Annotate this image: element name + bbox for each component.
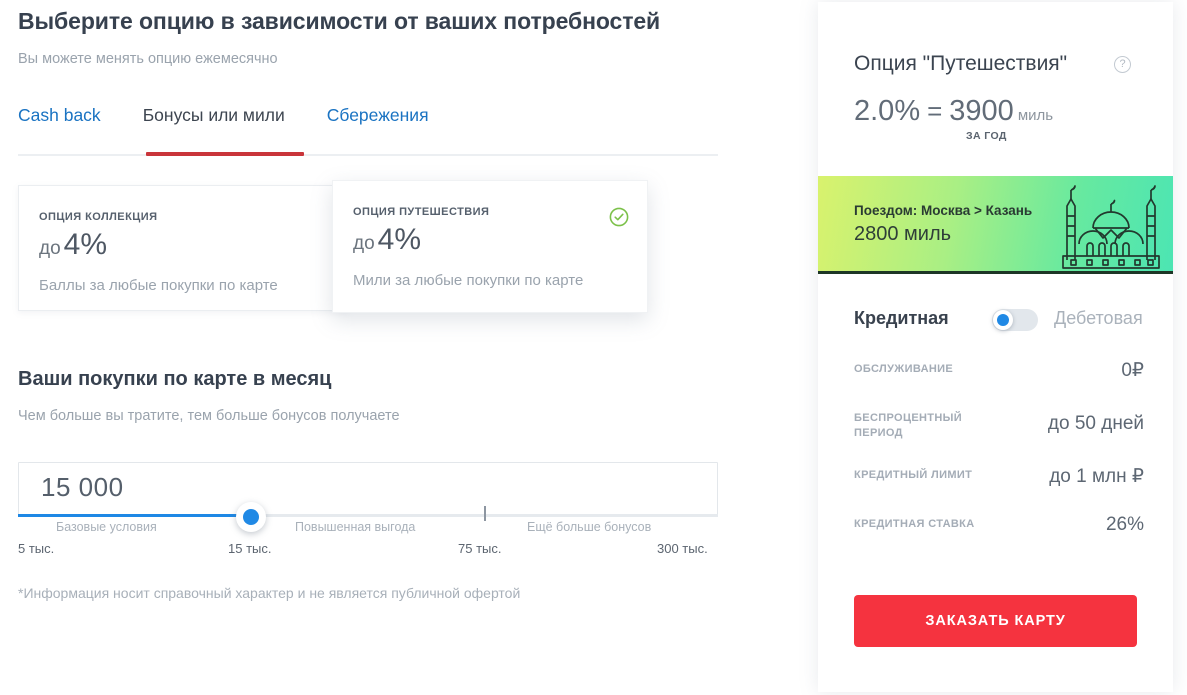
spec-value-grace-period: до 50 дней — [1047, 413, 1144, 434]
option-card-travel[interactable]: ОПЦИЯ ПУТЕШЕСТВИЯ до 4% Мили за любые пок… — [332, 180, 648, 313]
check-circle-icon — [609, 207, 629, 227]
option-card-kicker: ОПЦИЯ ПУТЕШЕСТВИЯ — [353, 206, 490, 218]
product-title: Опция "Путешествия" — [854, 52, 1068, 75]
slider-thumb[interactable] — [236, 502, 266, 532]
purchases-title: Ваши покупки по карте в месяц — [18, 368, 332, 390]
slider-zone-more: Ещё больше бонусов — [527, 520, 652, 534]
slider-scale-5k: 5 тыс. — [18, 541, 55, 556]
card-type-switch[interactable] — [992, 309, 1038, 331]
option-card-rate-prefix: до — [353, 233, 375, 254]
option-card-rate: до 4% — [353, 223, 421, 257]
toggle-label-debit[interactable]: Дебетовая — [1054, 308, 1143, 329]
slider-scale-15k: 15 тыс. — [228, 541, 272, 556]
order-card-button[interactable]: ЗАКАЗАТЬ КАРТУ — [854, 595, 1137, 647]
promo-banner[interactable]: Поездом: Москва > Казань 2800 миль — [818, 176, 1173, 274]
product-rate-amount: 3900 — [949, 95, 1014, 127]
option-card-kicker: ОПЦИЯ КОЛЛЕКЦИЯ — [39, 211, 158, 223]
promo-banner-baseline — [818, 271, 1173, 274]
left-column: Выберите опцию в зависимости от ваших по… — [0, 0, 800, 695]
mosque-icon — [1062, 185, 1160, 269]
product-rate-percent: 2.0% — [854, 95, 921, 127]
tab-bonuses-or-miles[interactable]: Бонусы или мили — [143, 105, 285, 126]
option-card-description: Мили за любые покупки по карте — [353, 272, 584, 289]
purchases-amount-value: 15 000 — [41, 472, 124, 502]
spec-value-credit-rate: 26% — [1105, 514, 1144, 535]
product-rate-period: ЗА ГОД — [966, 130, 1007, 142]
card-type-toggle-row: Кредитная Дебетовая — [854, 305, 1144, 335]
page-title: Выберите опцию в зависимости от ваших по… — [18, 8, 661, 34]
slider-zone-base: Базовые условия — [56, 520, 157, 534]
option-card-rate-value: 4% — [377, 223, 422, 256]
option-card-rate-prefix: до — [39, 238, 61, 259]
page-root: Выберите опцию в зависимости от ваших по… — [0, 0, 1187, 695]
option-card-description: Баллы за любые покупки по карте — [39, 277, 278, 294]
slider-track-fill — [18, 514, 251, 517]
spec-key-grace-period: БЕСПРОЦЕНТНЫЙ ПЕРИОД — [854, 412, 963, 439]
option-card-rate-value: 4% — [63, 228, 108, 261]
spec-value-service: 0₽ — [1121, 360, 1144, 381]
disclaimer-footnote: *Информация носит справочный характер и … — [18, 585, 521, 601]
product-summary-panel: Опция "Путешествия" ? 2.0% = 3900 миль ЗА Г… — [818, 2, 1173, 692]
spec-key-credit-rate: КРЕДИТНАЯ СТАВКА — [854, 518, 975, 530]
spec-key-credit-limit: КРЕДИТНЫЙ ЛИМИТ — [854, 469, 973, 481]
option-card-collection[interactable]: ОПЦИЯ КОЛЛЕКЦИЯ до 4% Баллы за любые поку… — [18, 185, 348, 311]
slider-zone-increased: Повышенная выгода — [295, 520, 416, 534]
promo-banner-route: Поездом: Москва > Казань — [854, 203, 1033, 218]
product-rate-equals: = — [927, 96, 943, 126]
option-tabs: Cash back Бонусы или мили Сбережения — [18, 105, 718, 159]
spec-value-credit-limit: до 1 млн ₽ — [1049, 466, 1144, 487]
tab-cash-back[interactable]: Cash back — [18, 105, 101, 126]
tabs-baseline — [18, 154, 718, 156]
page-subtitle: Вы можете менять опцию ежемесячно — [18, 51, 278, 67]
slider-tick-75k — [484, 506, 486, 521]
spec-key-service: ОБСЛУЖИВАНИЕ — [854, 363, 954, 375]
help-question-icon[interactable]: ? — [1114, 56, 1131, 73]
purchases-amount-box: 15 000 — [18, 462, 718, 516]
toggle-label-credit[interactable]: Кредитная — [854, 308, 949, 329]
slider-scale-75k: 75 тыс. — [458, 541, 502, 556]
tab-savings[interactable]: Сбережения — [327, 105, 429, 126]
promo-banner-miles: 2800 миль — [854, 223, 952, 245]
option-card-rate: до 4% — [39, 228, 107, 262]
product-rate-unit: миль — [1017, 107, 1054, 124]
slider-scale-300k: 300 тыс. — [657, 541, 708, 556]
tab-active-underline — [146, 152, 304, 156]
product-rate: 2.0% = 3900 миль — [854, 95, 1053, 128]
purchases-subtitle: Чем больше вы тратите, тем больше бонусо… — [18, 408, 400, 424]
